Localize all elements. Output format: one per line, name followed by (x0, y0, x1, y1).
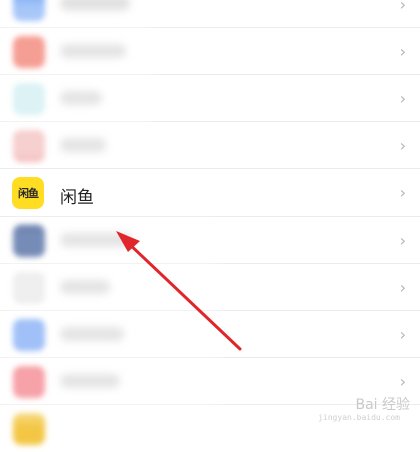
baidu-jingyan-watermark: Bai 经验 (355, 397, 410, 413)
watermark-url: jingyan.baidu.com (318, 413, 400, 422)
annotation-arrow (116, 231, 242, 351)
